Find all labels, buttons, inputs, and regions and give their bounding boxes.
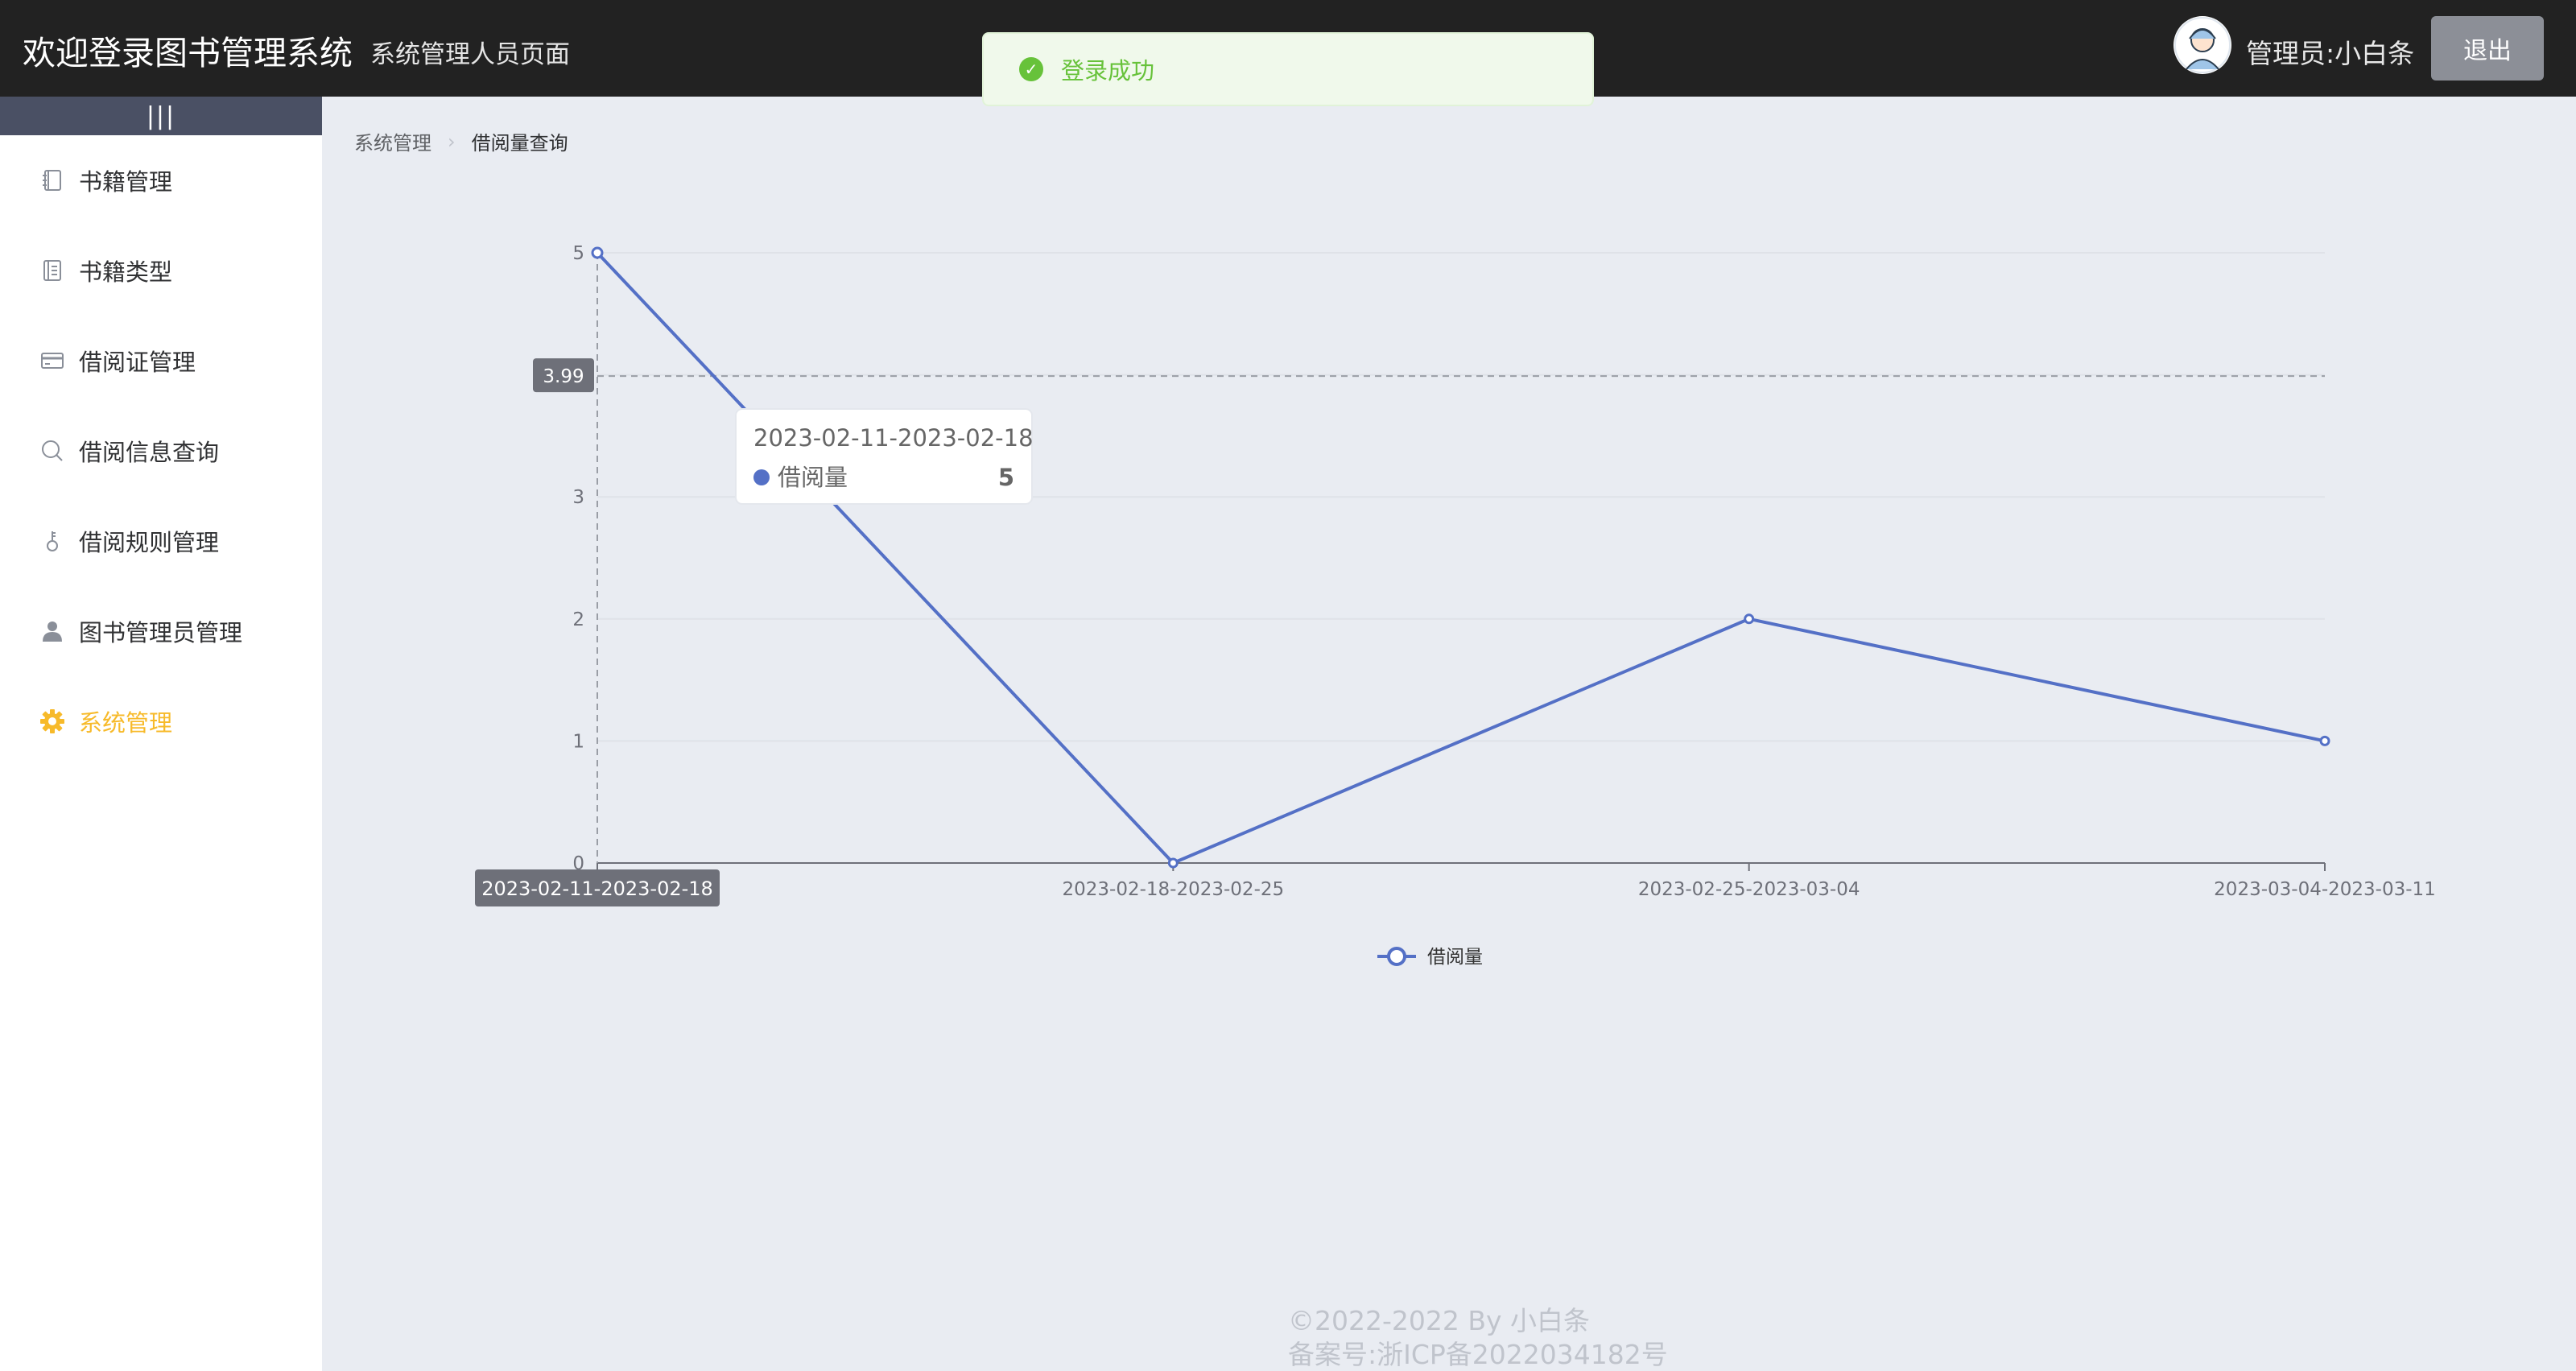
x-tick-label: 2023-03-04-2023-03-11 bbox=[2214, 879, 2436, 900]
gear-icon bbox=[39, 708, 66, 735]
collapse-toggle[interactable]: ||| bbox=[0, 97, 322, 135]
user-icon bbox=[39, 617, 66, 645]
card-icon bbox=[39, 347, 66, 374]
sidebar-item-librarian-management[interactable]: 图书管理员管理 bbox=[0, 586, 322, 676]
icp-text: 备案号:浙ICP备2022034182号 bbox=[1288, 1339, 1668, 1370]
legend-marker bbox=[1387, 947, 1406, 966]
check-circle-icon: ✓ bbox=[1019, 57, 1043, 81]
logout-button[interactable]: 退出 bbox=[2431, 16, 2544, 81]
x-pointer-label: 2023-02-11-2023-02-18 bbox=[481, 878, 713, 900]
key-icon bbox=[39, 527, 66, 555]
tooltip-series-name: 借阅量 bbox=[778, 464, 848, 491]
sidebar-item-system-management[interactable]: 系统管理 bbox=[0, 676, 322, 766]
sidebar-item-label: 借阅信息查询 bbox=[79, 439, 220, 466]
sidebar: ||| 书籍管理 书籍类型 借阅证管理 借阅信息查询 借阅规则管理 图书管理员管… bbox=[0, 97, 322, 1371]
footer: ©2022-2022 By 小白条 备案号:浙ICP备2022034182号 bbox=[1288, 1304, 1668, 1371]
sidebar-item-label: 书籍管理 bbox=[79, 168, 173, 196]
y-pointer-label: 3.99 bbox=[543, 366, 584, 387]
tooltip-value: 5 bbox=[998, 464, 1014, 491]
y-tick-label: 2 bbox=[572, 609, 584, 630]
x-tick-label: 2023-02-18-2023-02-25 bbox=[1063, 879, 1285, 900]
sidebar-item-book-management[interactable]: 书籍管理 bbox=[0, 135, 322, 225]
app-subtitle: 系统管理人员页面 bbox=[370, 40, 570, 69]
notebook-icon bbox=[39, 167, 66, 194]
copyright-text: ©2022-2022 By 小白条 bbox=[1288, 1305, 1591, 1336]
data-point bbox=[591, 246, 604, 259]
data-point bbox=[2319, 735, 2330, 746]
tooltip-series-dot bbox=[753, 469, 770, 485]
y-tick-label: 3 bbox=[572, 487, 584, 508]
sidebar-item-label: 系统管理 bbox=[79, 709, 173, 737]
legend-label: 借阅量 bbox=[1427, 947, 1483, 968]
success-toast: ✓ 登录成功 bbox=[982, 32, 1594, 106]
x-tick-label: 2023-02-25-2023-03-04 bbox=[1638, 879, 1860, 900]
search-icon bbox=[39, 437, 66, 465]
avatar[interactable] bbox=[2174, 16, 2231, 74]
main-content: 系统管理 › 借阅量查询 0123452023-02-18-2023-02-25… bbox=[322, 97, 2576, 1371]
sidebar-item-library-card[interactable]: 借阅证管理 bbox=[0, 316, 322, 406]
sidebar-item-label: 书籍类型 bbox=[79, 258, 173, 286]
borrow-volume-chart[interactable]: 0123452023-02-18-2023-02-252023-02-25-20… bbox=[322, 97, 2576, 998]
admin-name[interactable]: 管理员:小白条 bbox=[2246, 32, 2414, 71]
app-title: 欢迎登录图书管理系统 bbox=[23, 34, 353, 72]
series-line bbox=[596, 251, 2326, 865]
sidebar-item-label: 借阅证管理 bbox=[79, 349, 196, 376]
sidebar-item-book-types[interactable]: 书籍类型 bbox=[0, 225, 322, 316]
y-tick-label: 1 bbox=[572, 731, 584, 752]
document-icon bbox=[39, 257, 66, 284]
toast-message: 登录成功 bbox=[1061, 57, 1155, 85]
y-tick-label: 5 bbox=[572, 243, 584, 264]
data-point bbox=[1167, 857, 1179, 869]
sidebar-item-label: 图书管理员管理 bbox=[79, 619, 243, 646]
sidebar-item-label: 借阅规则管理 bbox=[79, 529, 220, 556]
sidebar-item-borrow-query[interactable]: 借阅信息查询 bbox=[0, 406, 322, 496]
data-point bbox=[1744, 613, 1755, 625]
tooltip-title: 2023-02-11-2023-02-18 bbox=[753, 424, 1034, 452]
sidebar-item-borrow-rules[interactable]: 借阅规则管理 bbox=[0, 496, 322, 586]
